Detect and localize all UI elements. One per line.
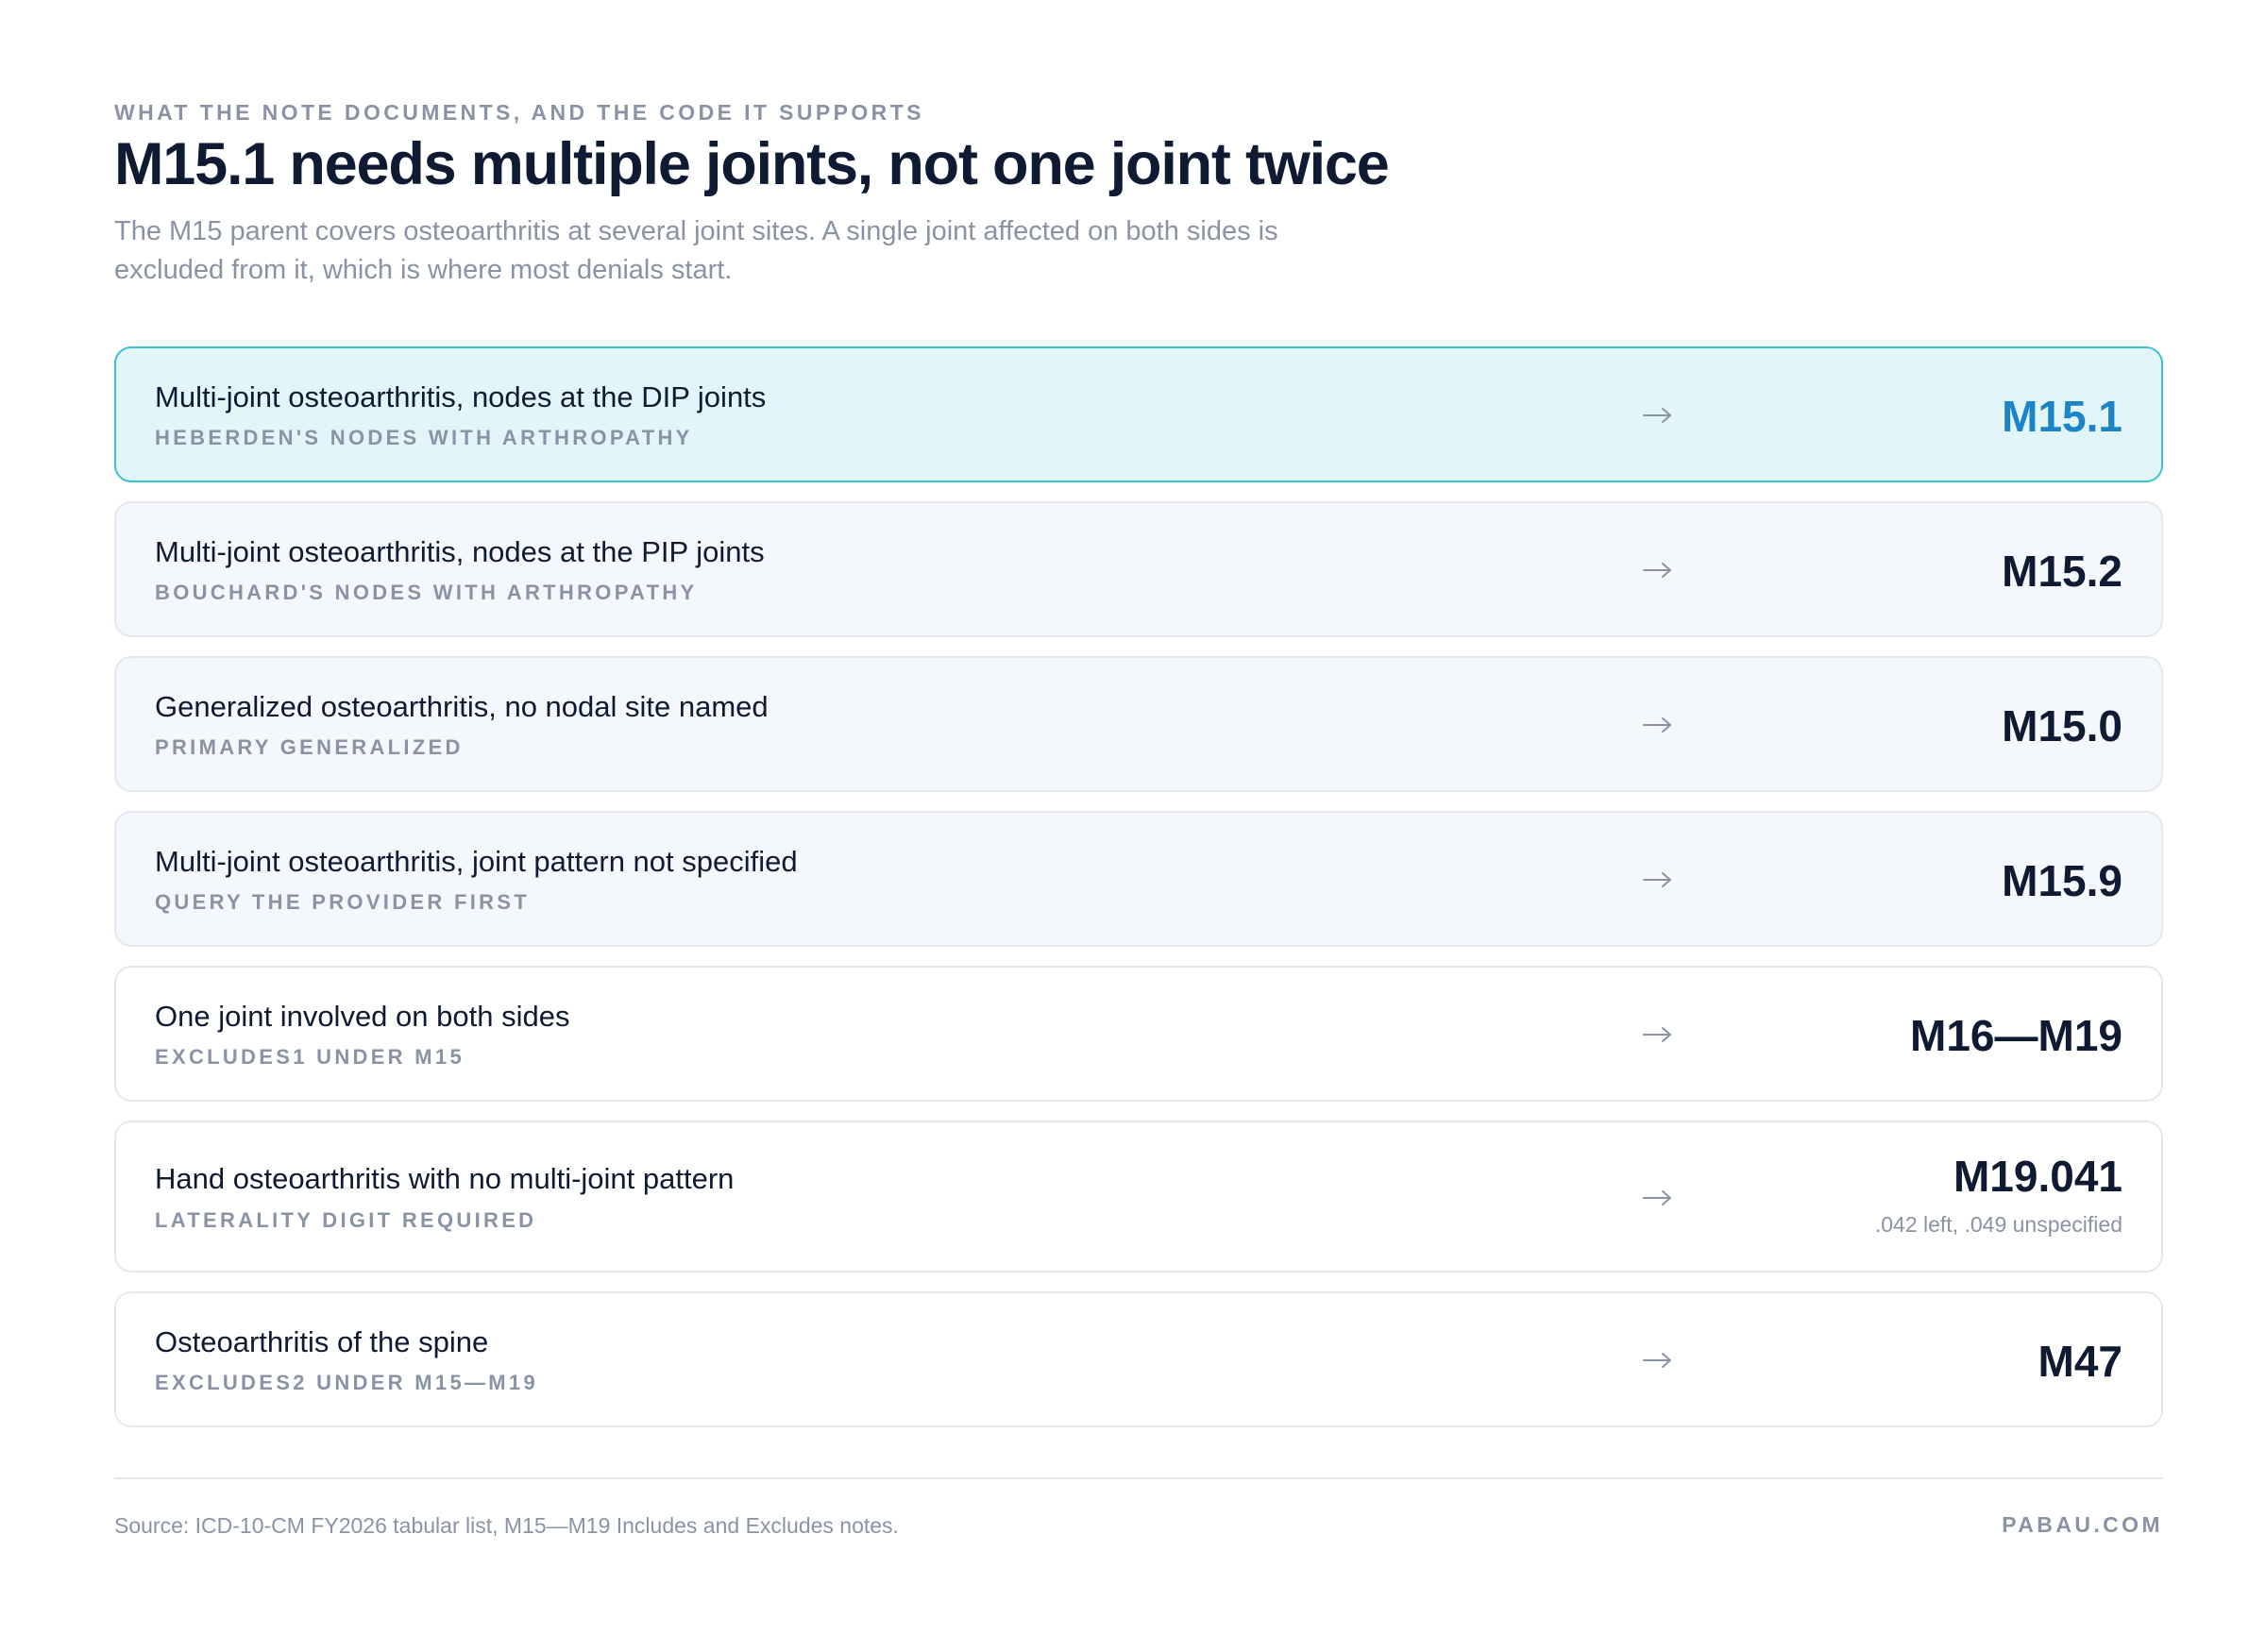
arrow-right-icon xyxy=(1643,717,1671,733)
row-sublabel: QUERY THE PROVIDER FIRST xyxy=(155,890,531,914)
row-label: Multi-joint osteoarthritis, nodes at the… xyxy=(155,535,765,568)
source-note: Source: ICD-10-CM FY2026 tabular list, M… xyxy=(114,1513,899,1538)
row-label: Hand osteoarthritis with no multi-joint … xyxy=(155,1162,735,1195)
code-row-m19-041: Hand osteoarthritis with no multi-joint … xyxy=(114,1121,2163,1273)
code-row-m47: Osteoarthritis of the spine EXCLUDES2 UN… xyxy=(114,1291,2163,1427)
row-code: M15.1 xyxy=(2002,392,2122,441)
row-code: M15.2 xyxy=(2002,547,2122,596)
row-code: M19.041 xyxy=(1953,1152,2122,1201)
arrow-right-icon xyxy=(1643,1353,1671,1368)
row-label: Multi-joint osteoarthritis, nodes at the… xyxy=(155,380,767,413)
eyebrow: WHAT THE NOTE DOCUMENTS, AND THE CODE IT… xyxy=(114,100,924,125)
page-subtitle: The M15 parent covers osteoarthritis at … xyxy=(114,216,1278,285)
row-sublabel: BOUCHARD'S NODES WITH ARTHROPATHY xyxy=(155,581,698,604)
row-sublabel: PRIMARY GENERALIZED xyxy=(155,735,464,759)
footer-divider xyxy=(114,1477,2163,1479)
row-sublabel: LATERALITY DIGIT REQUIRED xyxy=(155,1208,537,1232)
arrow-right-icon xyxy=(1643,872,1671,887)
row-sublabel: HEBERDEN'S NODES WITH ARTHROPATHY xyxy=(155,426,693,449)
arrow-right-icon xyxy=(1643,563,1671,578)
page-title: M15.1 needs multiple joints, not one joi… xyxy=(114,131,1390,197)
row-label: Osteoarthritis of the spine xyxy=(155,1325,489,1358)
row-code: M15.0 xyxy=(2002,701,2122,750)
row-label: One joint involved on both sides xyxy=(155,1000,570,1033)
arrow-right-icon xyxy=(1643,1027,1671,1042)
brand-link[interactable]: PABAU.COM xyxy=(2002,1512,2163,1538)
row-sublabel: EXCLUDES1 UNDER M15 xyxy=(155,1045,465,1069)
code-row-m15-1: Multi-joint osteoarthritis, nodes at the… xyxy=(114,346,2163,482)
code-row-m15-9: Multi-joint osteoarthritis, joint patter… xyxy=(114,811,2163,947)
code-row-m15-2: Multi-joint osteoarthritis, nodes at the… xyxy=(114,501,2163,637)
row-sublabel: EXCLUDES2 UNDER M15—M19 xyxy=(155,1371,538,1394)
row-label: Multi-joint osteoarthritis, joint patter… xyxy=(155,845,798,878)
arrow-right-icon xyxy=(1643,1190,1671,1205)
code-row-m16-m19: One joint involved on both sides EXCLUDE… xyxy=(114,966,2163,1102)
row-code: M16—M19 xyxy=(1910,1011,2122,1060)
code-row-m15-0: Generalized osteoarthritis, no nodal sit… xyxy=(114,656,2163,792)
row-code-note: .042 left, .049 unspecified xyxy=(1874,1212,2122,1237)
row-label: Generalized osteoarthritis, no nodal sit… xyxy=(155,690,769,723)
arrow-right-icon xyxy=(1643,408,1671,423)
row-code: M47 xyxy=(2038,1337,2122,1386)
row-code: M15.9 xyxy=(2002,856,2122,905)
